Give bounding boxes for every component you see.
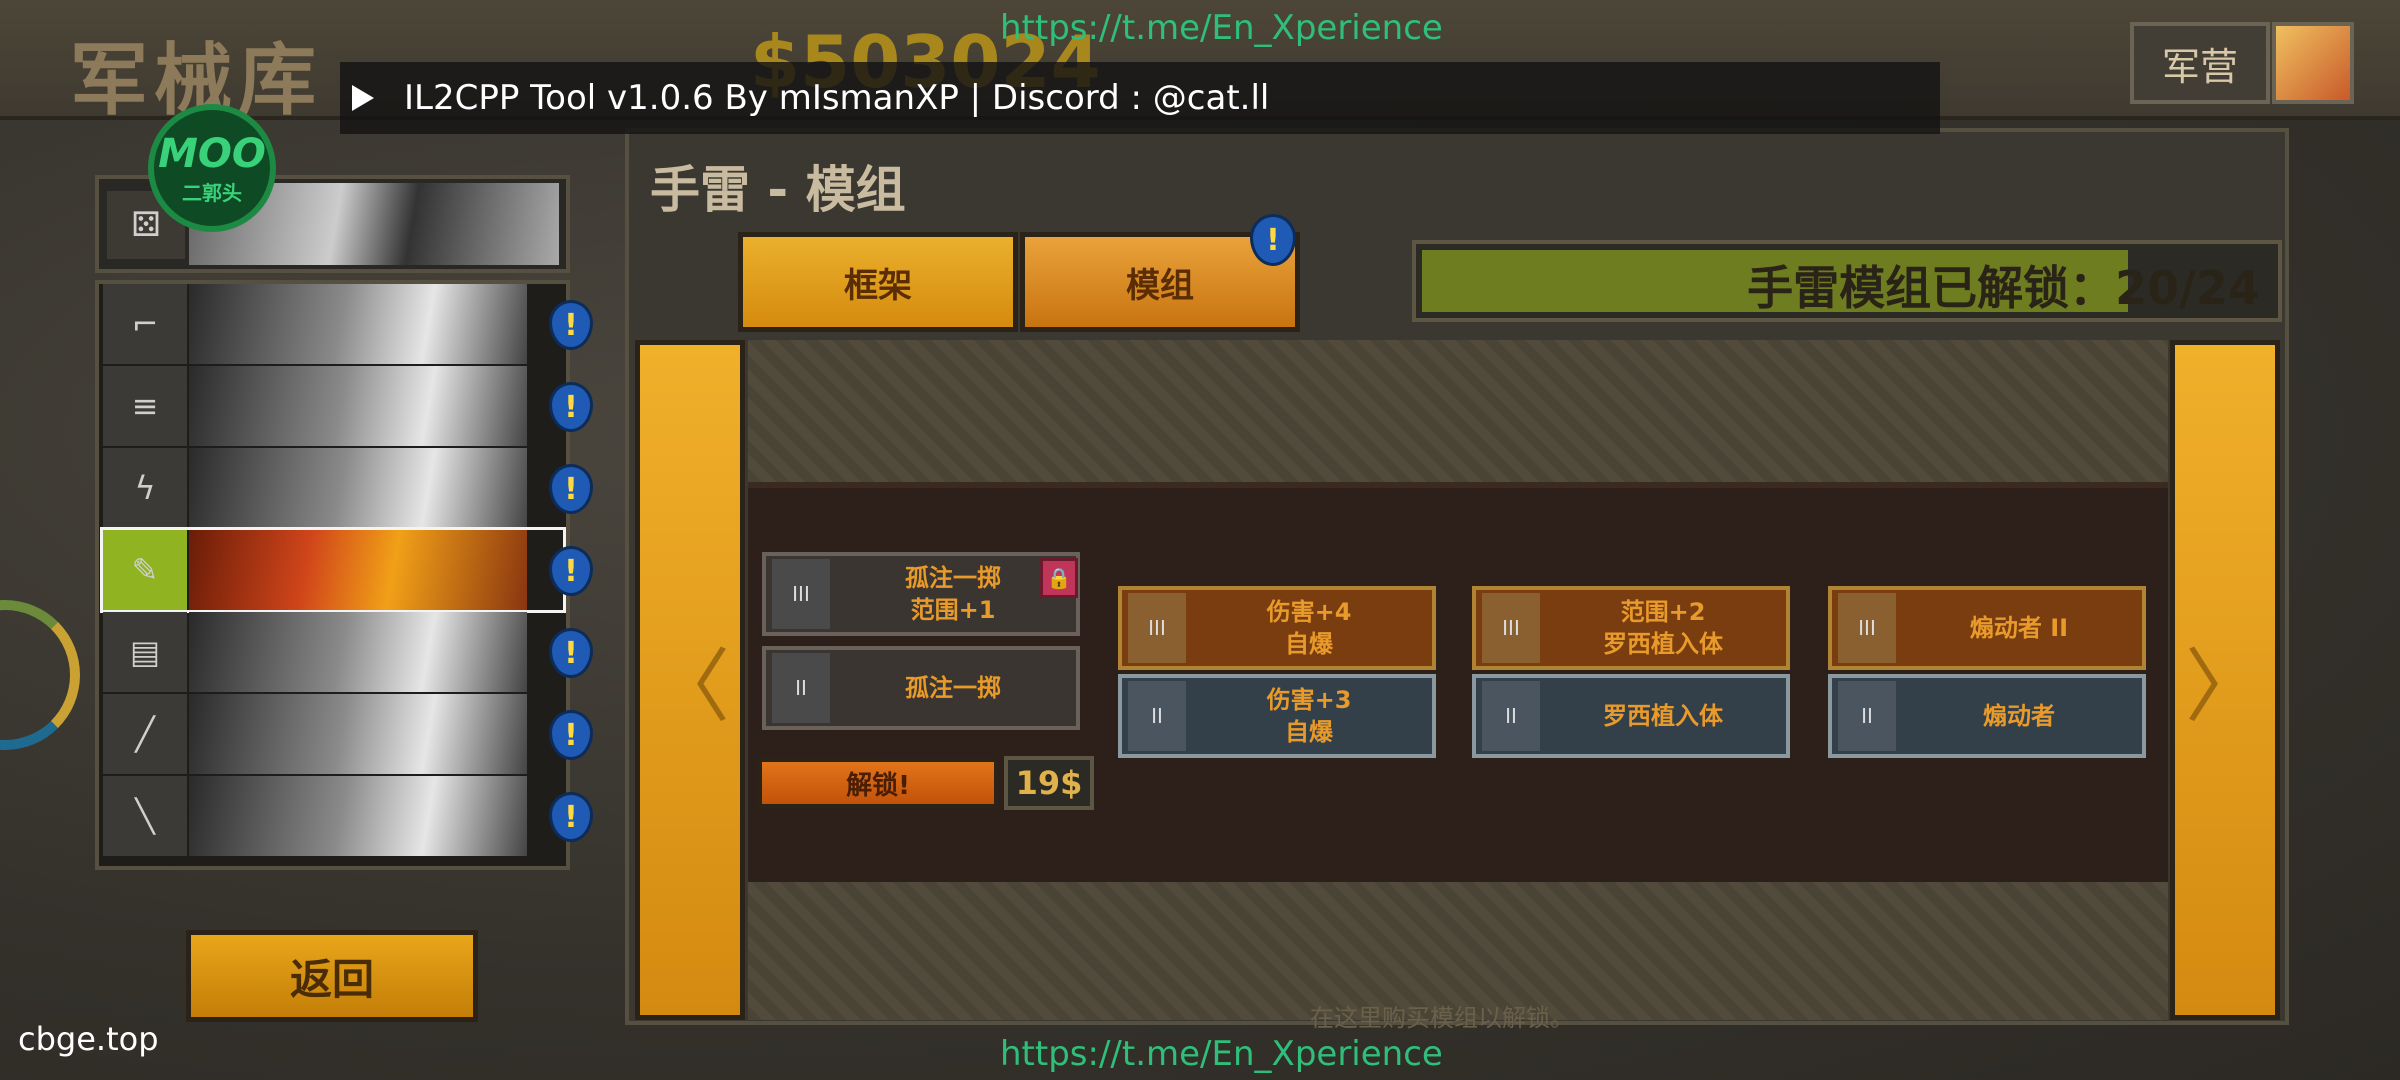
grenade-icon: ✎ (103, 530, 187, 610)
mod-tier-icon: III (1128, 593, 1186, 663)
mod-line2: 范围+1 (910, 596, 996, 624)
mod-line1: 煽动者 II (1969, 614, 2069, 642)
unlock-progress-bar: 手雷模组已解锁：20/24 (1412, 240, 2282, 322)
mod-card-damage-3[interactable]: II 伤害+3 自爆 (1118, 674, 1436, 758)
barracks-button[interactable]: 军营 (2130, 22, 2270, 104)
mod-tier-icon: III (1482, 593, 1540, 663)
weapon-row-rifle[interactable]: ≡ ! (103, 366, 593, 446)
price-label: 19$ (1004, 756, 1094, 810)
mod-line1: 伤害+3 (1266, 686, 1352, 714)
mod-line2: 罗西植入体 (1603, 630, 1723, 658)
weapon-art (189, 530, 527, 610)
mod-line2: 自爆 (1285, 630, 1333, 658)
stripe-top (748, 340, 2168, 482)
mod-text: 罗西植入体 (1540, 700, 1786, 732)
mod-text: 伤害+3 自爆 (1186, 684, 1432, 748)
mod-card-instigator-2[interactable]: III 煽动者 II (1828, 586, 2146, 670)
mod-tier-icon: II (1128, 681, 1186, 751)
mod-line1: 煽动者 (1983, 702, 2055, 730)
mod-tier-icon: II (1482, 681, 1540, 751)
mod-line1: 伤害+4 (1266, 598, 1352, 626)
weapon-art (189, 448, 527, 528)
tool-overlay-text: IL2CPP Tool v1.0.6 By mIsmanXP | Discord… (404, 78, 1270, 118)
weapon-row-pistol[interactable]: ⌐ ! (103, 284, 593, 364)
weapon-row-shotgun[interactable]: ╲ ! (103, 776, 593, 856)
mod-line1: 罗西植入体 (1603, 702, 1723, 730)
weapon-list: ⌐ ! ≡ ! ϟ ! ✎ ! ▤ ! ╱ ! ╲ ! (95, 280, 593, 870)
rifle-icon: ≡ (103, 366, 187, 446)
mod-card-instigator[interactable]: II 煽动者 (1828, 674, 2146, 758)
pistol-icon: ⌐ (103, 284, 187, 364)
mod-line1: 孤注一掷 (905, 674, 1001, 702)
tab-frame[interactable]: 框架 (738, 232, 1018, 332)
chevron-left-icon: 〈 (650, 640, 730, 733)
mod-card-range-2[interactable]: III 范围+2 罗西植入体 (1472, 586, 1790, 670)
mod-card-rossi-implant[interactable]: II 罗西植入体 (1472, 674, 1790, 758)
weapon-art (189, 776, 527, 856)
unlock-button[interactable]: 解锁! (758, 758, 998, 808)
progress-label: 手雷模组已解锁：20/24 (1747, 261, 2260, 315)
mod-text: 范围+2 罗西植入体 (1540, 596, 1786, 660)
weapon-row-knife[interactable]: ╱ ! (103, 694, 593, 774)
next-arrow-button[interactable]: 〉 (2170, 340, 2280, 1020)
knife-icon: ╱ (103, 694, 187, 774)
link-top[interactable]: https://t.me/En_Xperience (1000, 8, 1443, 48)
mod-text: 煽动者 (1896, 700, 2142, 732)
link-bottom[interactable]: https://t.me/En_Xperience (1000, 1034, 1443, 1074)
mod-card-gambit-2[interactable]: II 孤注一掷 (762, 646, 1080, 730)
mod-tier-icon: II (1838, 681, 1896, 751)
lock-icon: 🔒 (1040, 558, 1078, 598)
panel-title: 手雷 - 模组 (650, 161, 906, 219)
weapon-row-lightning[interactable]: ϟ ! (103, 448, 593, 528)
shotgun-icon: ╲ (103, 776, 187, 856)
mod-line2: 自爆 (1285, 718, 1333, 746)
hint-text: 在这里购买模组以解锁。 (1310, 1004, 1574, 1032)
logo-main: MOO (158, 130, 266, 177)
heavy-gun-icon: ▤ (103, 612, 187, 692)
lightning-icon: ϟ (103, 448, 187, 528)
watermark: cbge.top (18, 1020, 159, 1058)
mod-text: 孤注一掷 (830, 672, 1076, 704)
back-button[interactable]: 返回 (186, 930, 478, 1022)
mod-card-damage-4[interactable]: III 伤害+4 自爆 (1118, 586, 1436, 670)
weapon-art (189, 284, 527, 364)
mod-tier-icon: III (772, 559, 830, 629)
avatar[interactable] (2272, 22, 2354, 104)
weapon-art (189, 612, 527, 692)
tool-overlay-bar[interactable]: IL2CPP Tool v1.0.6 By mIsmanXP | Discord… (340, 62, 1940, 134)
mod-tier-icon: II (772, 653, 830, 723)
mod-text: 煽动者 II (1896, 612, 2142, 644)
moo-logo: MOO 二郭头 (148, 104, 276, 232)
weapon-row-grenade[interactable]: ✎ ! (100, 527, 593, 613)
prev-arrow-button[interactable]: 〈 (635, 340, 745, 1020)
weapon-art (189, 694, 527, 774)
mod-text: 伤害+4 自爆 (1186, 596, 1432, 660)
weapon-art (189, 366, 527, 446)
mod-line1: 范围+2 (1620, 598, 1706, 626)
mod-card-gambit-3[interactable]: III 孤注一掷 范围+1 (762, 552, 1080, 636)
logo-sub: 二郭头 (182, 180, 242, 205)
chevron-right-icon: 〉 (2185, 640, 2265, 733)
weapon-row-heavy-gun[interactable]: ▤ ! (103, 612, 593, 692)
play-icon[interactable] (352, 85, 374, 111)
mod-tier-icon: III (1838, 593, 1896, 663)
